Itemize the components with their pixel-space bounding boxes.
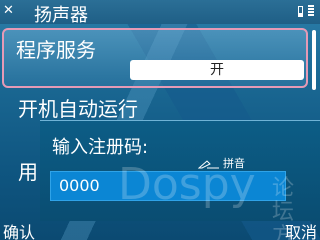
title-bar: ✕ 扬声器: [0, 0, 320, 26]
battery-icon: [308, 5, 314, 19]
pen-icon: [198, 160, 219, 169]
dialog-label: 输入注册码:: [52, 137, 149, 158]
confirm-softkey[interactable]: 确认: [3, 219, 35, 240]
input-mode-label: 拼音: [223, 157, 245, 170]
screen: ✕ 扬声器 程序服务 开 开机自动运行 用 输入注册码: 拼音 0000 Dos…: [0, 0, 320, 240]
registration-dialog: 输入注册码: 拼音 0000 Dospy 论坛方: [40, 120, 320, 240]
app-title: 扬声器: [34, 5, 88, 26]
list-item-partial[interactable]: 用: [18, 156, 38, 185]
registration-code-input[interactable]: 0000: [50, 171, 286, 201]
input-mode-indicator: 拼音: [198, 155, 245, 171]
signal-icon: [298, 6, 303, 17]
close-icon[interactable]: ✕: [3, 3, 14, 18]
scroll-thumb[interactable]: [312, 30, 316, 90]
list-item-title: 程序服务: [16, 38, 96, 62]
softkey-bar: 确认 取消: [0, 218, 320, 240]
cancel-softkey[interactable]: 取消: [285, 219, 317, 240]
list-item-value[interactable]: 开: [130, 60, 304, 80]
list-item-autostart[interactable]: 开机自动运行: [18, 93, 138, 122]
